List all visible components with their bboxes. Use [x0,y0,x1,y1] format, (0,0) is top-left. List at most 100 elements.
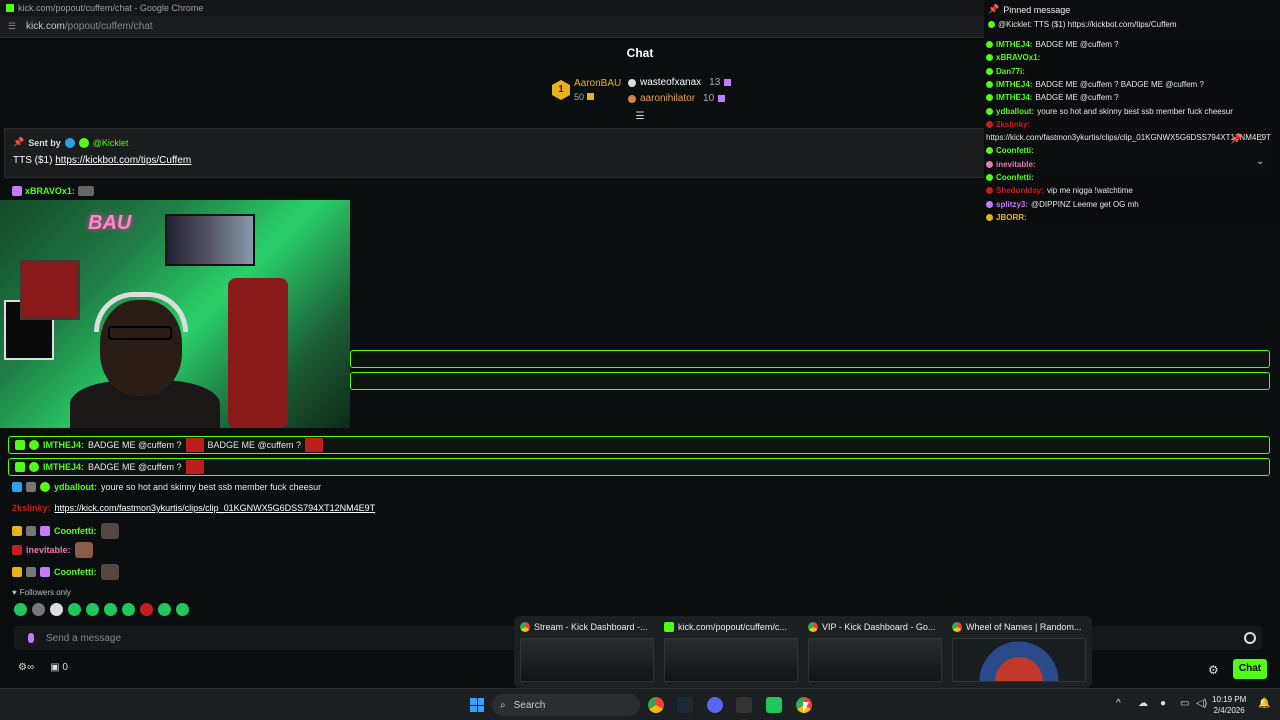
sub-badge-icon [15,462,25,472]
pin-icon: 📌 [13,137,25,147]
overlay-username[interactable]: Coonfetti: [996,146,1034,155]
emote-icon[interactable] [86,603,99,616]
chat-message: Coonfetti: [12,564,119,580]
emoji-picker-icon[interactable] [1244,632,1256,644]
webcam-overlay: BAU [0,200,350,428]
overlay-username[interactable]: inevitable: [996,160,1036,169]
user-badge-icon [986,67,993,75]
overlay-username[interactable]: Dan77i: [996,67,1025,76]
emote-icon[interactable] [104,603,117,616]
windows-start-icon[interactable] [470,698,484,712]
chat-send-button[interactable]: Chat [1233,659,1267,679]
search-icon: ⌕ [500,699,506,711]
overlay-username[interactable]: xBRAVOx1: [996,53,1040,62]
verified-badge-icon [29,462,39,472]
bot-badge-icon [64,137,75,148]
overlay-username[interactable]: IMTHEJ4: [996,93,1032,102]
collapse-leaderboard-icon[interactable]: ☰ [634,111,646,122]
mic-icon[interactable] [28,633,34,643]
app-icon[interactable] [766,697,782,713]
emote-icon [185,438,204,452]
overlay-username[interactable]: Shedonlday: [996,186,1044,195]
taskbar-clock[interactable]: 10:19 PM 2/4/2026 [1212,694,1246,716]
overlay-username[interactable]: IMTHEJ4: [996,40,1032,49]
overlay-chat-line: splitzy3: @DIPPINZ Leeme get OG mh [986,200,1139,209]
user-badge-icon [986,213,993,221]
cloud-icon[interactable]: ☁ [1138,698,1148,709]
emote-icon[interactable] [68,603,81,616]
overlay-username[interactable]: ydballout: [996,107,1034,116]
network-icon[interactable]: ▭ [1180,698,1189,709]
settings-icon[interactable]: ⚙ [1208,663,1219,677]
more-options-icon[interactable]: ⋮ [1256,134,1266,145]
third-gifter[interactable]: aaronihilator 10 [628,93,726,104]
chevron-down-icon[interactable]: ⌄ [1256,156,1264,167]
chat-message: IMTHEJ4: BADGE ME @cuffem ? [8,458,1270,476]
overlay-chat-line: IMTHEJ4: BADGE ME @cuffem ? BADGE ME @cuf… [986,80,1204,89]
taskbar: ⌕ Search ^ ☁ ● ▭ ◁) 10:19 PM 2/4/2026 🔔 [0,688,1280,720]
user-badge-icon [986,160,993,168]
overlay-username[interactable]: 2kslinky: [996,120,1030,129]
chat-message: 2kslinky: https://kick.com/fastmon3ykurt… [12,503,376,513]
emote-icon[interactable] [140,603,153,616]
gift-icon [724,79,732,86]
gift-leaderboard: 1 AaronBAU 50 wasteofxanax 13 aaronihila… [548,76,748,106]
user-badge-icon [986,41,993,48]
overlay-username[interactable]: JBORR: [996,213,1027,222]
rank-medal-icon: 1 [552,80,570,100]
tv-screen [165,214,255,266]
window-preview[interactable]: Stream - Kick Dashboard -... [520,622,654,682]
overlay-username[interactable]: splitzy3: [996,200,1028,209]
points-display[interactable]: ▣ 0 [50,662,68,673]
share-icon[interactable]: ⚙∞ [18,662,34,673]
chevron-up-icon[interactable]: ^ [1116,698,1121,709]
chat-message: inevitable: [12,542,93,558]
second-gifter[interactable]: wasteofxanax 13 [628,77,732,88]
chrome-icon[interactable] [648,697,664,713]
pin-icon[interactable]: 📌 [1230,134,1242,145]
taskbar-search[interactable]: ⌕ Search [492,694,640,716]
emote-icon[interactable] [14,603,27,616]
site-info-icon[interactable]: ☰ [8,21,18,32]
app-icon[interactable] [736,697,752,713]
window-preview[interactable]: kick.com/popout/cuffem/c... [664,622,798,682]
emote-icon[interactable] [176,603,189,616]
url-host[interactable]: kick.com [26,21,65,32]
overlay-chat-line: IMTHEJ4: BADGE ME @cuffem ? [986,93,1119,102]
overlay-chat-line: IMTHEJ4: BADGE ME @cuffem ? [986,40,1119,49]
emote-icon[interactable] [122,603,135,616]
discord-icon[interactable] [707,697,723,713]
sub-badge-icon [26,482,36,492]
kick-icon [664,622,674,632]
user-badge-icon [986,200,993,208]
notification-bell-icon[interactable]: 🔔 [1258,698,1270,709]
overlay-message-text: youre so hot and skinny best ssb member … [1037,106,1233,116]
overlay-chat-line: https://kick.com/fastmon3ykurtis/clips/c… [986,133,1271,142]
emote-icon [77,186,94,196]
pinned-link[interactable]: https://kickbot.com/tips/Cuffem [55,155,191,166]
emote-quick-bar[interactable] [14,603,189,616]
highlighted-row [350,350,1270,368]
emote-icon[interactable] [158,603,171,616]
moderator-badge-icon [12,482,22,492]
silver-medal-icon [628,78,636,87]
top-gifter-name[interactable]: AaronBAU [574,78,621,89]
window-preview[interactable]: VIP - Kick Dashboard - Go... [808,622,942,682]
emote-icon [100,523,119,539]
chat-message: Coonfetti: [12,523,119,539]
chrome-icon [808,622,818,632]
gift-badge-icon [40,526,50,536]
url-path[interactable]: /popout/cuffem/chat [65,21,153,32]
chat-overlay-window: 📌 Pinned message @Kicklet: TTS ($1) http… [984,0,1280,222]
emote-icon[interactable] [32,603,45,616]
volume-icon[interactable]: ◁) [1196,698,1207,709]
window-title: kick.com/popout/cuffem/chat - Google Chr… [18,3,204,13]
mic-icon[interactable]: ● [1160,698,1166,709]
overlay-username[interactable]: IMTHEJ4: [996,80,1032,89]
window-preview[interactable]: Wheel of Names | Random... [952,622,1086,682]
overlay-username[interactable]: Coonfetti: [996,173,1034,182]
verified-badge-icon [29,440,39,450]
clip-link[interactable]: https://kick.com/fastmon3ykurtis/clips/c… [55,503,376,513]
emote-icon[interactable] [50,603,63,616]
steam-icon[interactable] [677,697,693,713]
